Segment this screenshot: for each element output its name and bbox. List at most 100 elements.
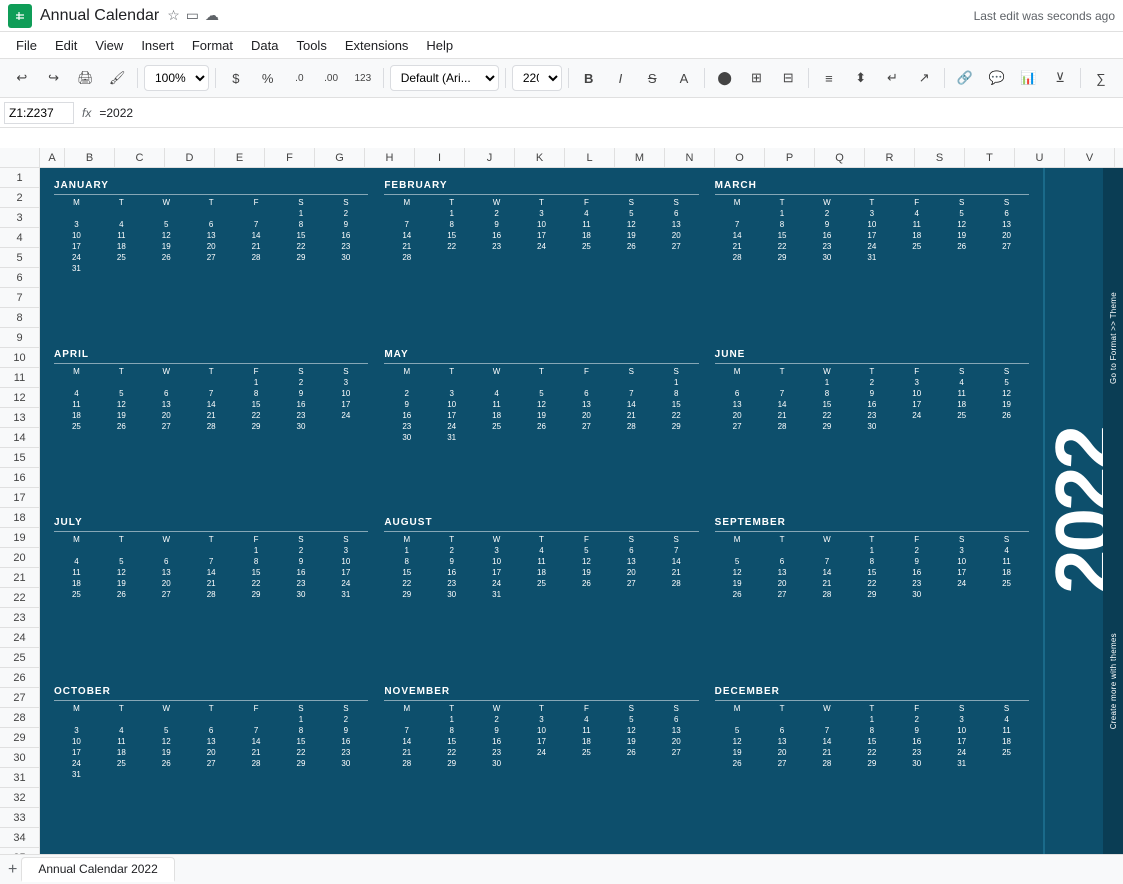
day-cell: 21: [189, 578, 234, 589]
day-header: T: [429, 367, 474, 376]
strikethrough-button[interactable]: S: [638, 64, 666, 92]
day-cell: 9: [323, 219, 368, 230]
row-number-29: 29: [0, 728, 39, 748]
day-cell: [564, 432, 609, 443]
month-name-december: DECEMBER: [715, 686, 1029, 697]
day-cell: 15: [760, 230, 805, 241]
paint-format-button[interactable]: 🖌: [103, 64, 131, 92]
day-header: T: [429, 198, 474, 207]
column-headers: ABCDEFGHIJKLMNOPQRSTUVWXYZAA: [40, 148, 1123, 167]
week-row: 27282930: [715, 421, 1029, 432]
borders-button[interactable]: ⊞: [743, 64, 771, 92]
col-header-N: N: [665, 148, 715, 167]
redo-button[interactable]: ↪: [40, 64, 68, 92]
week-row: 24252627282930: [54, 758, 368, 769]
col-header-T: T: [965, 148, 1015, 167]
bold-button[interactable]: B: [575, 64, 603, 92]
day-cell: 21: [804, 578, 849, 589]
day-cell: 19: [99, 410, 144, 421]
link-button[interactable]: 🔗: [951, 64, 979, 92]
cell-reference-input[interactable]: [4, 102, 74, 124]
day-header: M: [715, 535, 760, 544]
day-cell: 18: [99, 241, 144, 252]
day-cell: 20: [564, 410, 609, 421]
month-divider: [54, 363, 368, 364]
day-cell: 20: [715, 410, 760, 421]
day-cell: 8: [760, 219, 805, 230]
wrap-button[interactable]: ↵: [879, 64, 907, 92]
menu-file[interactable]: File: [8, 36, 45, 55]
day-cell: 5: [144, 219, 189, 230]
day-cell: 26: [939, 241, 984, 252]
undo-button[interactable]: ↩: [8, 64, 36, 92]
day-cell: [189, 208, 234, 219]
day-cell: [654, 252, 699, 263]
function-button[interactable]: ∑: [1087, 64, 1115, 92]
menu-view[interactable]: View: [87, 36, 131, 55]
filter-button[interactable]: ⊻: [1046, 64, 1074, 92]
day-header: T: [519, 367, 564, 376]
add-sheet-button[interactable]: +: [8, 861, 17, 879]
size-select[interactable]: 220: [512, 65, 562, 91]
day-cell: 15: [654, 399, 699, 410]
menu-help[interactable]: Help: [418, 36, 461, 55]
day-cell: 26: [144, 758, 189, 769]
menu-extensions[interactable]: Extensions: [337, 36, 417, 55]
italic-button[interactable]: I: [607, 64, 635, 92]
format123-button[interactable]: 123: [349, 64, 377, 92]
day-cell: 29: [279, 252, 324, 263]
week-row: 20212223242526: [715, 410, 1029, 421]
row-number-20: 20: [0, 548, 39, 568]
row-number-28: 28: [0, 708, 39, 728]
day-cell: 30: [429, 589, 474, 600]
menu-data[interactable]: Data: [243, 36, 286, 55]
align-button[interactable]: ≡: [815, 64, 843, 92]
menu-edit[interactable]: Edit: [47, 36, 85, 55]
decimal00-button[interactable]: .00: [317, 64, 345, 92]
day-cell: 10: [323, 388, 368, 399]
doc-icon[interactable]: ▭: [186, 7, 199, 24]
day-cell: 8: [849, 725, 894, 736]
row-number-26: 26: [0, 668, 39, 688]
day-cell: 18: [54, 578, 99, 589]
valign-button[interactable]: ⬍: [847, 64, 875, 92]
col-header-F: F: [265, 148, 315, 167]
month-block-february: FEBRUARYMTWTFSS1234567891011121314151617…: [376, 174, 706, 343]
col-header-A: A: [40, 148, 65, 167]
month-divider: [715, 194, 1029, 195]
week-row: 25262728293031: [54, 589, 368, 600]
star-icon[interactable]: ☆: [167, 7, 180, 24]
text-color-button[interactable]: A: [670, 64, 698, 92]
menu-insert[interactable]: Insert: [133, 36, 182, 55]
currency-button[interactable]: $: [222, 64, 250, 92]
week-row: 12: [54, 714, 368, 725]
zoom-select[interactable]: 100%: [144, 65, 209, 91]
comment-button[interactable]: 💬: [983, 64, 1011, 92]
day-cell: 3: [519, 714, 564, 725]
day-cell: 27: [715, 421, 760, 432]
day-cell: 7: [715, 219, 760, 230]
day-cell: 29: [849, 589, 894, 600]
day-header: T: [519, 198, 564, 207]
day-header: M: [384, 198, 429, 207]
week-row: 14151617181920: [384, 736, 698, 747]
rotate-button[interactable]: ↗: [910, 64, 938, 92]
day-cell: 19: [519, 410, 564, 421]
font-select[interactable]: Default (Ari...: [390, 65, 499, 91]
day-cell: 2: [429, 545, 474, 556]
menu-tools[interactable]: Tools: [288, 36, 334, 55]
print-button[interactable]: 🖨: [72, 64, 100, 92]
day-cell: 25: [474, 421, 519, 432]
merge-button[interactable]: ⊟: [774, 64, 802, 92]
decimal0-button[interactable]: .0: [285, 64, 313, 92]
day-cell: 23: [429, 578, 474, 589]
menu-format[interactable]: Format: [184, 36, 241, 55]
day-header: S: [654, 535, 699, 544]
sheet-tab-annual[interactable]: Annual Calendar 2022: [21, 857, 174, 882]
cloud-icon[interactable]: ☁: [205, 7, 219, 24]
day-cell: 4: [54, 556, 99, 567]
month-block-june: JUNEMTWTFSS12345678910111213141516171819…: [707, 343, 1037, 512]
fill-color-button[interactable]: ⬤: [711, 64, 739, 92]
percent-button[interactable]: %: [254, 64, 282, 92]
chart-button[interactable]: 📊: [1015, 64, 1043, 92]
